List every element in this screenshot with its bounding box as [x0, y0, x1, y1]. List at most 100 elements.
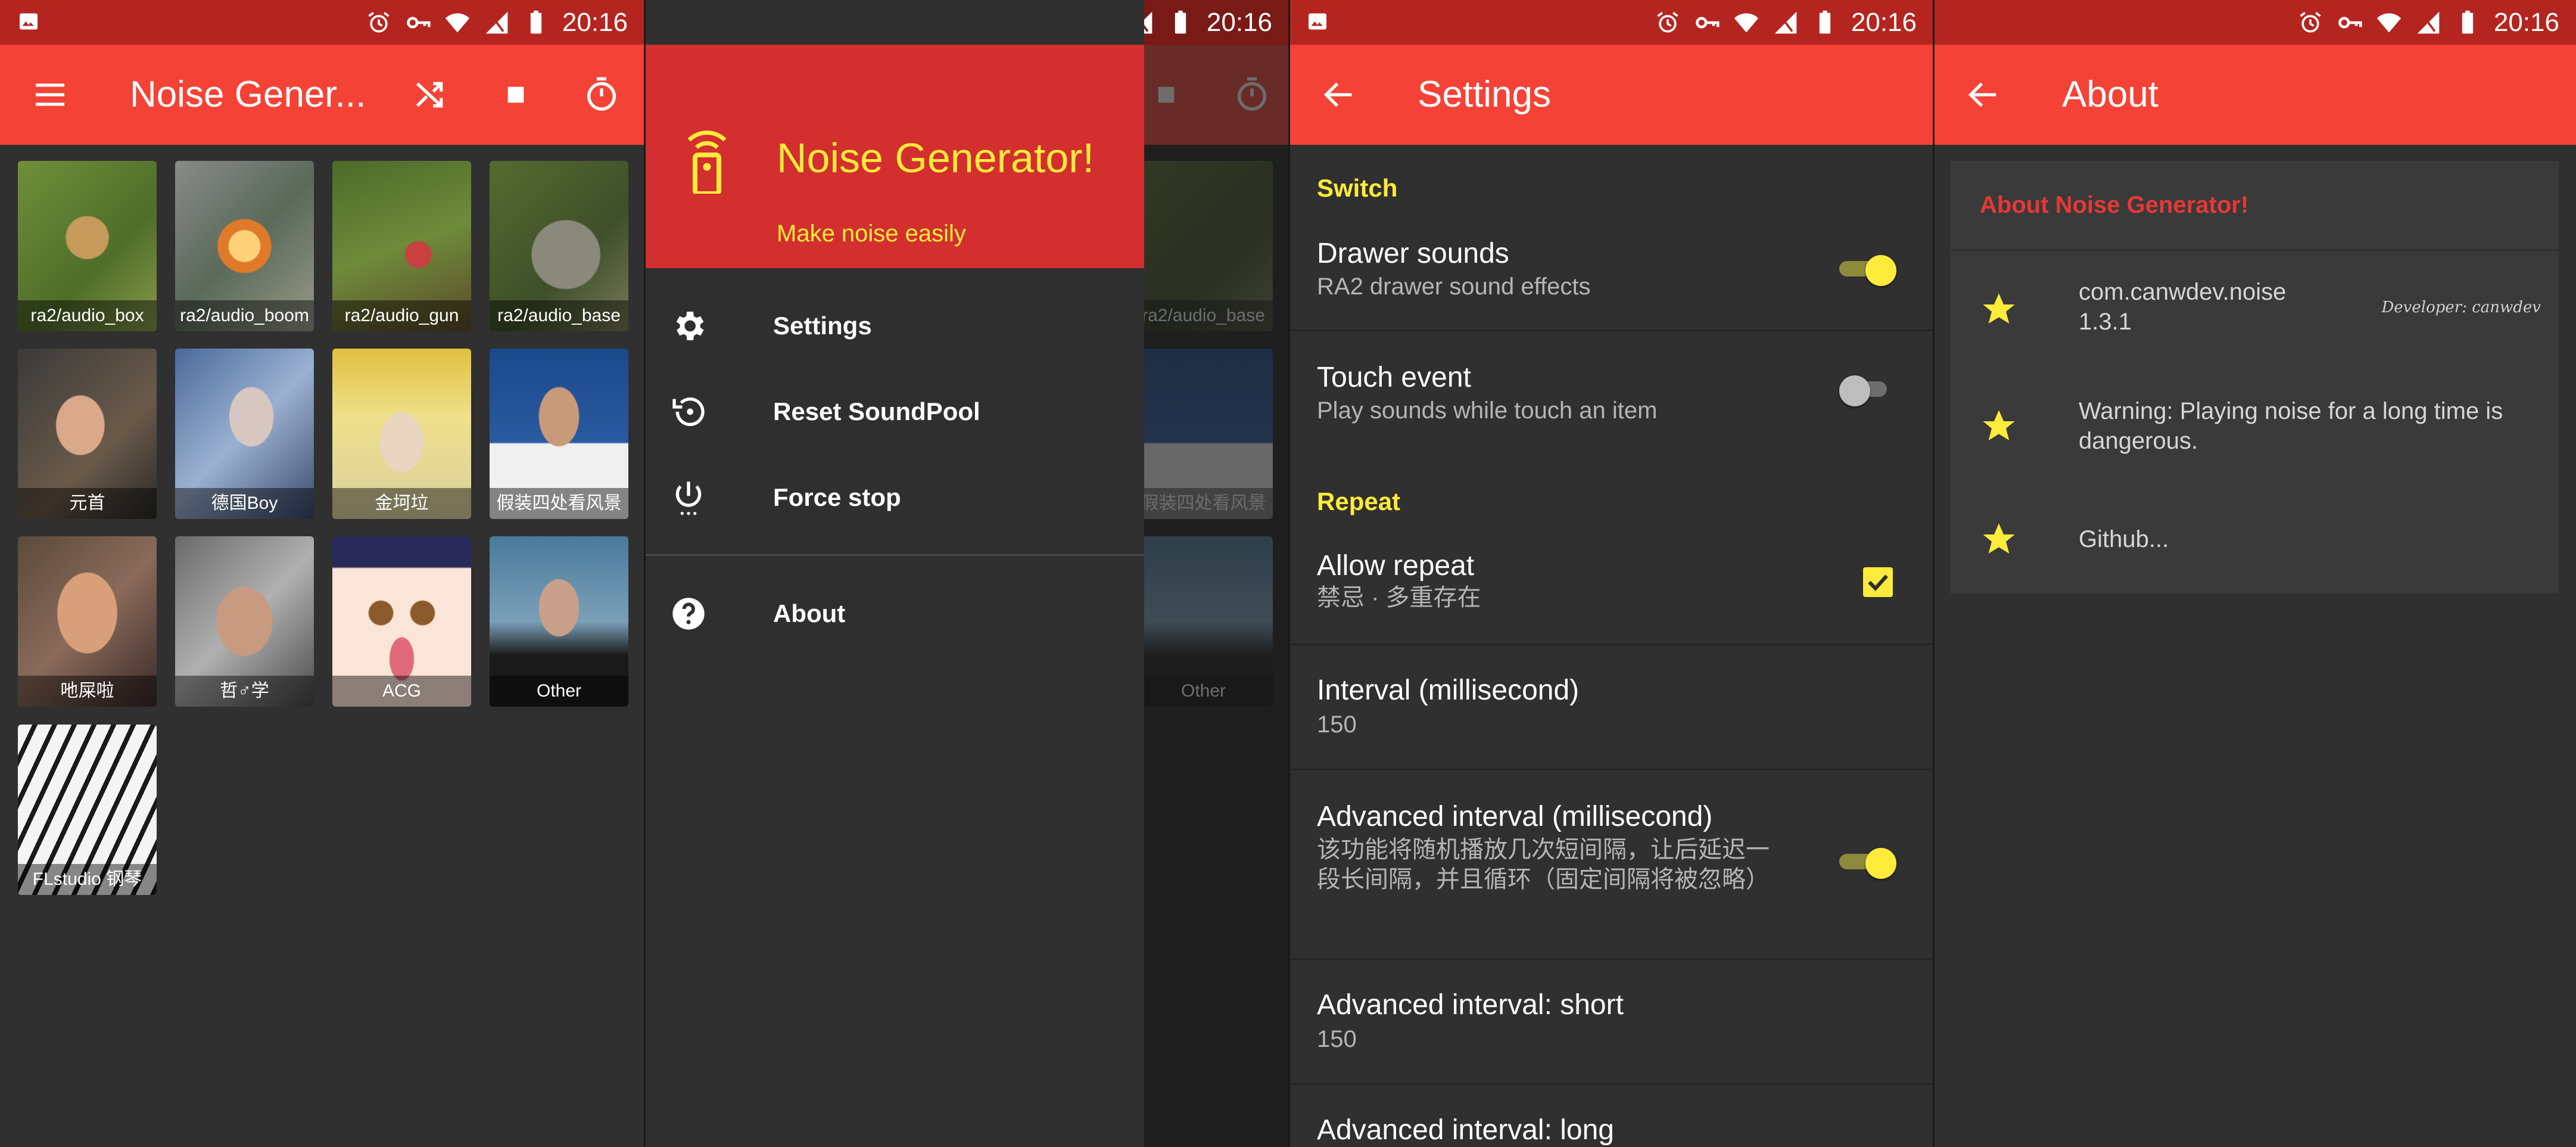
tile-label: 金坷垃 [332, 488, 471, 519]
drawer-item-force-stop[interactable]: Force stop [644, 455, 1144, 540]
help-icon [672, 598, 705, 630]
battery-icon [2462, 10, 2474, 33]
about-card: About Noise Generator! com.canwdev.noise… [1950, 161, 2559, 593]
wifi-icon [2376, 13, 2401, 33]
about-item-warning[interactable]: Warning: Playing noise for a long time i… [1950, 368, 2559, 484]
tile-label: FLstudio 钢琴 [18, 864, 157, 895]
screenshot-divider [1933, 0, 1935, 1147]
sound-tile[interactable]: 金坷垃 [332, 349, 471, 519]
shuffle-icon[interactable] [405, 70, 455, 120]
navigation-drawer: Noise Generator! Make noise easily Setti… [644, 0, 1144, 1147]
pref-summary: 150 [1317, 711, 1357, 738]
back-arrow-icon[interactable] [1958, 70, 2008, 120]
sound-tile[interactable]: 哲♂学 [175, 536, 314, 707]
pref-advanced-interval[interactable]: Advanced interval (millisecond) 该功能将随机播放… [1289, 770, 1933, 960]
sound-tile[interactable]: ra2/audio_boom [175, 161, 314, 331]
drawer-app-name: Noise Generator! [777, 135, 1095, 181]
tile-label: 假装四处看风景 [490, 488, 628, 519]
touch-event-switch[interactable] [1839, 375, 1896, 406]
signal-icon [2417, 11, 2440, 33]
drawer-sounds-switch[interactable] [1839, 255, 1896, 286]
status-bar: 20:16 [1289, 0, 1933, 45]
drawer-tagline: Make noise easily [777, 220, 966, 247]
app-bar: About [1933, 45, 2576, 145]
star-icon [1983, 410, 2015, 440]
check-icon [1868, 574, 1888, 591]
drawer-item-settings[interactable]: Settings [644, 283, 1144, 369]
pref-title: Advanced interval (millisecond) [1317, 801, 1713, 832]
pref-allow-repeat[interactable]: Allow repeat 禁忌 · 多重存在 [1289, 530, 1933, 645]
back-arrow-icon[interactable] [1314, 70, 1364, 120]
allow-repeat-checkbox[interactable] [1863, 567, 1893, 597]
about-item-package[interactable]: com.canwdev.noise 1.3.1 Developer: canwd… [1950, 251, 2559, 368]
tile-label: 哲♂学 [175, 676, 314, 707]
stop-icon[interactable] [491, 70, 541, 120]
pref-title: Interval (millisecond) [1317, 674, 1580, 706]
sound-tile[interactable]: ra2/audio_base [490, 161, 628, 331]
pref-title: Touch event [1317, 362, 1471, 393]
tile-label: ra2/audio_boom [175, 300, 314, 331]
about-item-github[interactable]: Github... [1950, 484, 2559, 593]
sound-tile[interactable]: Other [490, 536, 628, 707]
star-icon [1983, 293, 2015, 324]
tile-label: ACG [332, 676, 471, 707]
category-repeat: Repeat [1317, 487, 1401, 515]
pref-title: Allow repeat [1317, 550, 1475, 582]
github-link[interactable]: Github... [2079, 524, 2543, 554]
tile-label: ra2/audio_base [490, 300, 628, 331]
tile-label: 德国Boy [175, 488, 314, 519]
pref-title: Drawer sounds [1317, 238, 1509, 269]
sound-tile[interactable]: 假装四处看风景 [490, 349, 628, 519]
timer-icon[interactable] [577, 70, 627, 120]
gallery-notification-icon [20, 13, 38, 30]
app-bar: Settings [1289, 45, 1933, 145]
tile-label: Other [490, 676, 628, 707]
drawer-item-label: Force stop [773, 483, 901, 511]
gear-icon [676, 312, 704, 340]
pref-interval[interactable]: Interval (millisecond) 150 [1289, 645, 1933, 770]
clock: 20:16 [2493, 7, 2559, 37]
alarm-icon [1657, 11, 1678, 32]
wifi-icon [445, 13, 470, 33]
drawer-item-label: Settings [773, 312, 872, 340]
tile-label: 元首 [18, 488, 157, 519]
signal-icon [485, 11, 508, 33]
menu-icon[interactable] [25, 70, 75, 120]
sound-tile[interactable]: 吔屎啦 [18, 536, 157, 707]
restore-icon [672, 397, 705, 427]
pref-summary: 150 [1317, 1026, 1357, 1052]
screenshot-divider [1288, 0, 1290, 1147]
battery-icon [1819, 10, 1831, 33]
sound-tile[interactable]: ra2/audio_gun [332, 161, 471, 331]
star-icon [1983, 523, 2015, 554]
pref-summary: Play sounds while touch an item [1317, 397, 1658, 424]
pref-summary: 禁忌 · 多重存在 [1317, 585, 1481, 611]
drawer-scrim[interactable]: ra2/audio_base 假装四处看风景 Other [1144, 0, 1289, 1147]
pref-title: Advanced interval: short [1317, 989, 1624, 1021]
main-screen: 20:16 Noise Gener... ra2/audio_box ra2/a… [0, 0, 644, 1147]
warning-text: Warning: Playing noise for a long time i… [2079, 398, 2503, 454]
vpn-key-icon [1696, 16, 1720, 29]
sound-tile[interactable]: ra2/audio_box [18, 161, 157, 331]
about-screen: 20:16 About About Noise Generator! com.c… [1933, 0, 2576, 1147]
pref-summary: 该功能将随机播放几次短间隔，让后延迟一段长间隔，并且循环（固定间隔将被忽略） [1317, 837, 1770, 893]
drawer-item-reset-soundpool[interactable]: Reset SoundPool [644, 369, 1144, 455]
page-title: About [2062, 74, 2159, 115]
screenshot-divider [644, 0, 646, 1147]
pref-advanced-short[interactable]: Advanced interval: short 150 [1289, 960, 1933, 1085]
sound-tile[interactable]: FLstudio 钢琴 [18, 725, 157, 895]
drawer-item-label: Reset SoundPool [773, 397, 980, 425]
pref-advanced-long[interactable]: Advanced interval: long [1289, 1085, 1933, 1147]
status-bar: 20:16 [0, 0, 644, 45]
clock: 20:16 [1851, 7, 1917, 37]
sound-tile[interactable]: ACG [332, 536, 471, 707]
sound-tile[interactable]: 元首 [18, 349, 157, 519]
sound-tile[interactable]: 德国Boy [175, 349, 314, 519]
vpn-key-icon [2338, 16, 2362, 29]
pref-drawer-sounds[interactable]: Drawer sounds RA2 drawer sound effects [1289, 220, 1933, 331]
drawer-item-about[interactable]: About [644, 571, 1144, 657]
gallery-notification-icon [1309, 13, 1326, 30]
pref-touch-event[interactable]: Touch event Play sounds while touch an i… [1289, 331, 1933, 455]
developer-signature: Developer: canwdev [2381, 299, 2541, 316]
advanced-interval-switch[interactable] [1839, 848, 1896, 879]
